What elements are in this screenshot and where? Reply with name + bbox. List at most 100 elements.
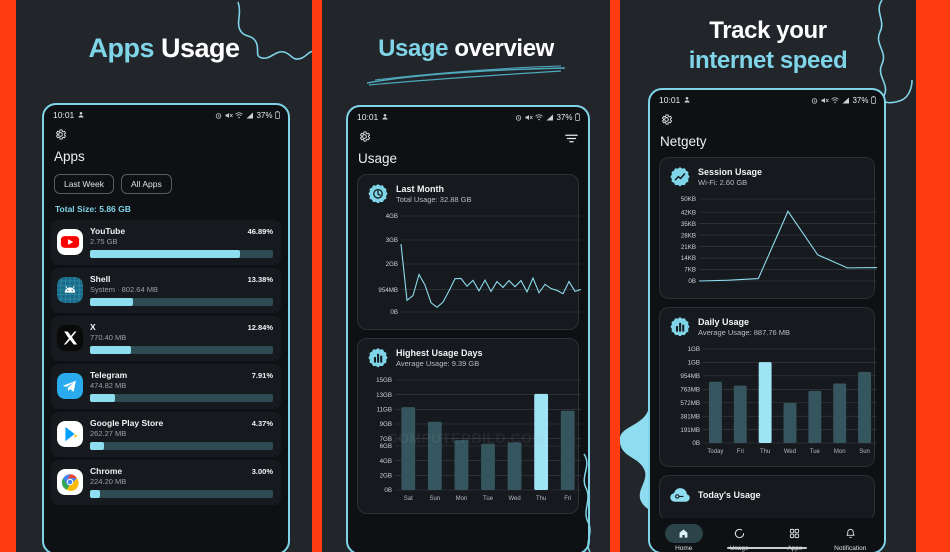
promo-panel-internet-speed: Track your internet speed 10:01 37% Netg…	[620, 0, 916, 552]
headline-plain-word: Usage	[160, 33, 240, 63]
card-session-usage[interactable]: Session Usage Wi-Fi: 2.60 GB 50KB 42KB 35K…	[659, 157, 878, 299]
svg-text:9GB: 9GB	[380, 421, 392, 428]
wifi-icon	[235, 111, 244, 119]
promo-panel-usage-overview: Usage overview COMPUTERBILD.COM 10:01	[322, 0, 610, 552]
chrome-icon	[57, 469, 83, 495]
usage-bar-track	[90, 298, 273, 306]
app-size: 770.40 MB	[90, 333, 127, 342]
svg-text:50KB: 50KB	[681, 196, 696, 203]
usage-bar-track	[90, 346, 273, 354]
svg-text:2GB: 2GB	[386, 261, 398, 268]
svg-text:0B: 0B	[390, 309, 398, 316]
app-size: 262.27 MB	[90, 429, 127, 438]
svg-text:763MB: 763MB	[680, 387, 700, 394]
svg-text:Wed: Wed	[508, 496, 520, 502]
panel1-headline: Apps Usage	[16, 0, 312, 64]
usage-bar-fill	[90, 298, 133, 306]
app-name: Shell	[90, 274, 111, 284]
x-icon	[57, 325, 83, 351]
svg-text:0B: 0B	[384, 487, 392, 494]
chip-all-apps[interactable]: All Apps	[121, 174, 172, 194]
card-highest-usage-days[interactable]: Highest Usage Days Average Usage: 9.39 G…	[357, 338, 581, 514]
app-usage-row[interactable]: X 12.84% 770.40 MB	[51, 316, 281, 361]
panel-divider-2	[610, 0, 620, 552]
svg-text:13GB: 13GB	[376, 392, 392, 399]
battery-percent: 37%	[556, 112, 573, 122]
headline-underline-decoration	[366, 65, 566, 86]
app-usage-row[interactable]: Chrome 3.00% 224.20 MB	[51, 460, 281, 505]
app-top-bar	[44, 122, 288, 141]
filter-chip-group: Last Week All Apps	[44, 164, 288, 194]
app-name: Chrome	[90, 466, 123, 476]
mute-icon	[225, 112, 233, 119]
panel3-headline: Track your internet speed	[620, 0, 916, 76]
svg-text:Fri: Fri	[737, 449, 744, 455]
nav-label: Notification	[834, 545, 867, 552]
circle-icon	[720, 524, 758, 543]
promo-panel-apps-usage: Apps Usage 10:01 37% Apps Last Week All …	[16, 0, 312, 552]
svg-text:Sun: Sun	[430, 496, 441, 502]
svg-text:Tue: Tue	[810, 449, 821, 455]
app-usage-row[interactable]: Google Play Store 4.37% 262.27 MB	[51, 412, 281, 457]
nav-label: Home	[675, 545, 693, 552]
chip-last-week[interactable]: Last Week	[54, 174, 115, 194]
card-todays-usage[interactable]: Today's Usage	[659, 475, 875, 521]
app-percent: 3.00%	[251, 467, 273, 476]
svg-text:Thu: Thu	[536, 496, 546, 502]
app-size: System · 802.64 MB	[90, 285, 158, 294]
status-time: 10:01	[53, 110, 75, 120]
app-usage-row[interactable]: YouTube 46.89% 2.75 GB	[51, 220, 281, 265]
status-bar: 10:01 37%	[348, 107, 588, 124]
card-last-month[interactable]: Last Month Total Usage: 32.88 GB 4GB 3GB 2…	[357, 174, 582, 330]
headline-accent-word: Usage	[378, 35, 449, 62]
bars-badge-icon	[669, 316, 691, 338]
app-usage-row[interactable]: Telegram 7.91% 474.82 MB	[51, 364, 281, 409]
wifi-icon	[831, 96, 840, 104]
battery-icon	[275, 111, 280, 119]
person-icon	[683, 96, 691, 104]
nav-item-home[interactable]: Home	[658, 524, 710, 552]
svg-text:Wed: Wed	[784, 449, 796, 455]
app-size: 224.20 MB	[90, 477, 127, 486]
mute-icon	[525, 114, 533, 121]
headline-line-2: internet speed	[688, 47, 848, 74]
usage-bar-fill	[90, 442, 104, 450]
app-usage-row[interactable]: Shell 13.38% System · 802.64 MB	[51, 268, 281, 313]
gear-icon[interactable]	[660, 113, 673, 126]
left-red-edge	[0, 0, 8, 552]
battery-percent: 37%	[256, 110, 273, 120]
status-bar: 10:01 37%	[650, 90, 884, 107]
chart-daily-usage: 1GB 1GB 954MB 763MB 572MB 381MB 191MB 0B Today Fr…	[669, 345, 877, 460]
card-title: Last Month	[396, 184, 444, 194]
mute-icon	[821, 97, 829, 104]
app-usage-list: YouTube 46.89% 2.75 GB Shell 13.38% System · …	[44, 220, 288, 505]
svg-text:14KB: 14KB	[681, 255, 696, 262]
headline-plain-word: overview	[454, 35, 554, 62]
svg-text:7GB: 7GB	[380, 436, 392, 443]
card-subtitle: Wi-Fi: 2.60 GB	[698, 178, 748, 187]
svg-text:15GB: 15GB	[376, 377, 392, 384]
gear-icon[interactable]	[358, 130, 371, 143]
usage-bar-fill	[90, 250, 241, 258]
chart-last-month: 4GB 3GB 2GB 954MB 0B	[367, 212, 582, 323]
wifi-icon	[535, 113, 544, 121]
app-name: X	[90, 322, 96, 332]
svg-text:11GB: 11GB	[377, 407, 392, 414]
filter-icon[interactable]	[565, 131, 578, 143]
svg-text:Thu: Thu	[760, 449, 770, 455]
gear-icon[interactable]	[54, 128, 67, 141]
card-title: Highest Usage Days	[396, 348, 483, 358]
headline-line-1: Track your	[709, 17, 827, 44]
person-icon	[77, 111, 85, 119]
youtube-icon	[57, 229, 83, 255]
app-size: 474.82 MB	[90, 381, 127, 390]
svg-text:4GB: 4GB	[380, 458, 392, 465]
telegram-icon	[57, 373, 83, 399]
svg-text:Mon: Mon	[834, 449, 846, 455]
app-percent: 7.91%	[251, 371, 273, 380]
svg-text:954MB: 954MB	[680, 373, 700, 380]
usage-bar-track	[90, 442, 273, 450]
nav-item-notification[interactable]: Notification	[824, 524, 876, 552]
card-daily-usage[interactable]: Daily Usage Average Usage: 887.76 MB 1GB…	[659, 307, 877, 467]
svg-text:Today: Today	[707, 449, 723, 455]
